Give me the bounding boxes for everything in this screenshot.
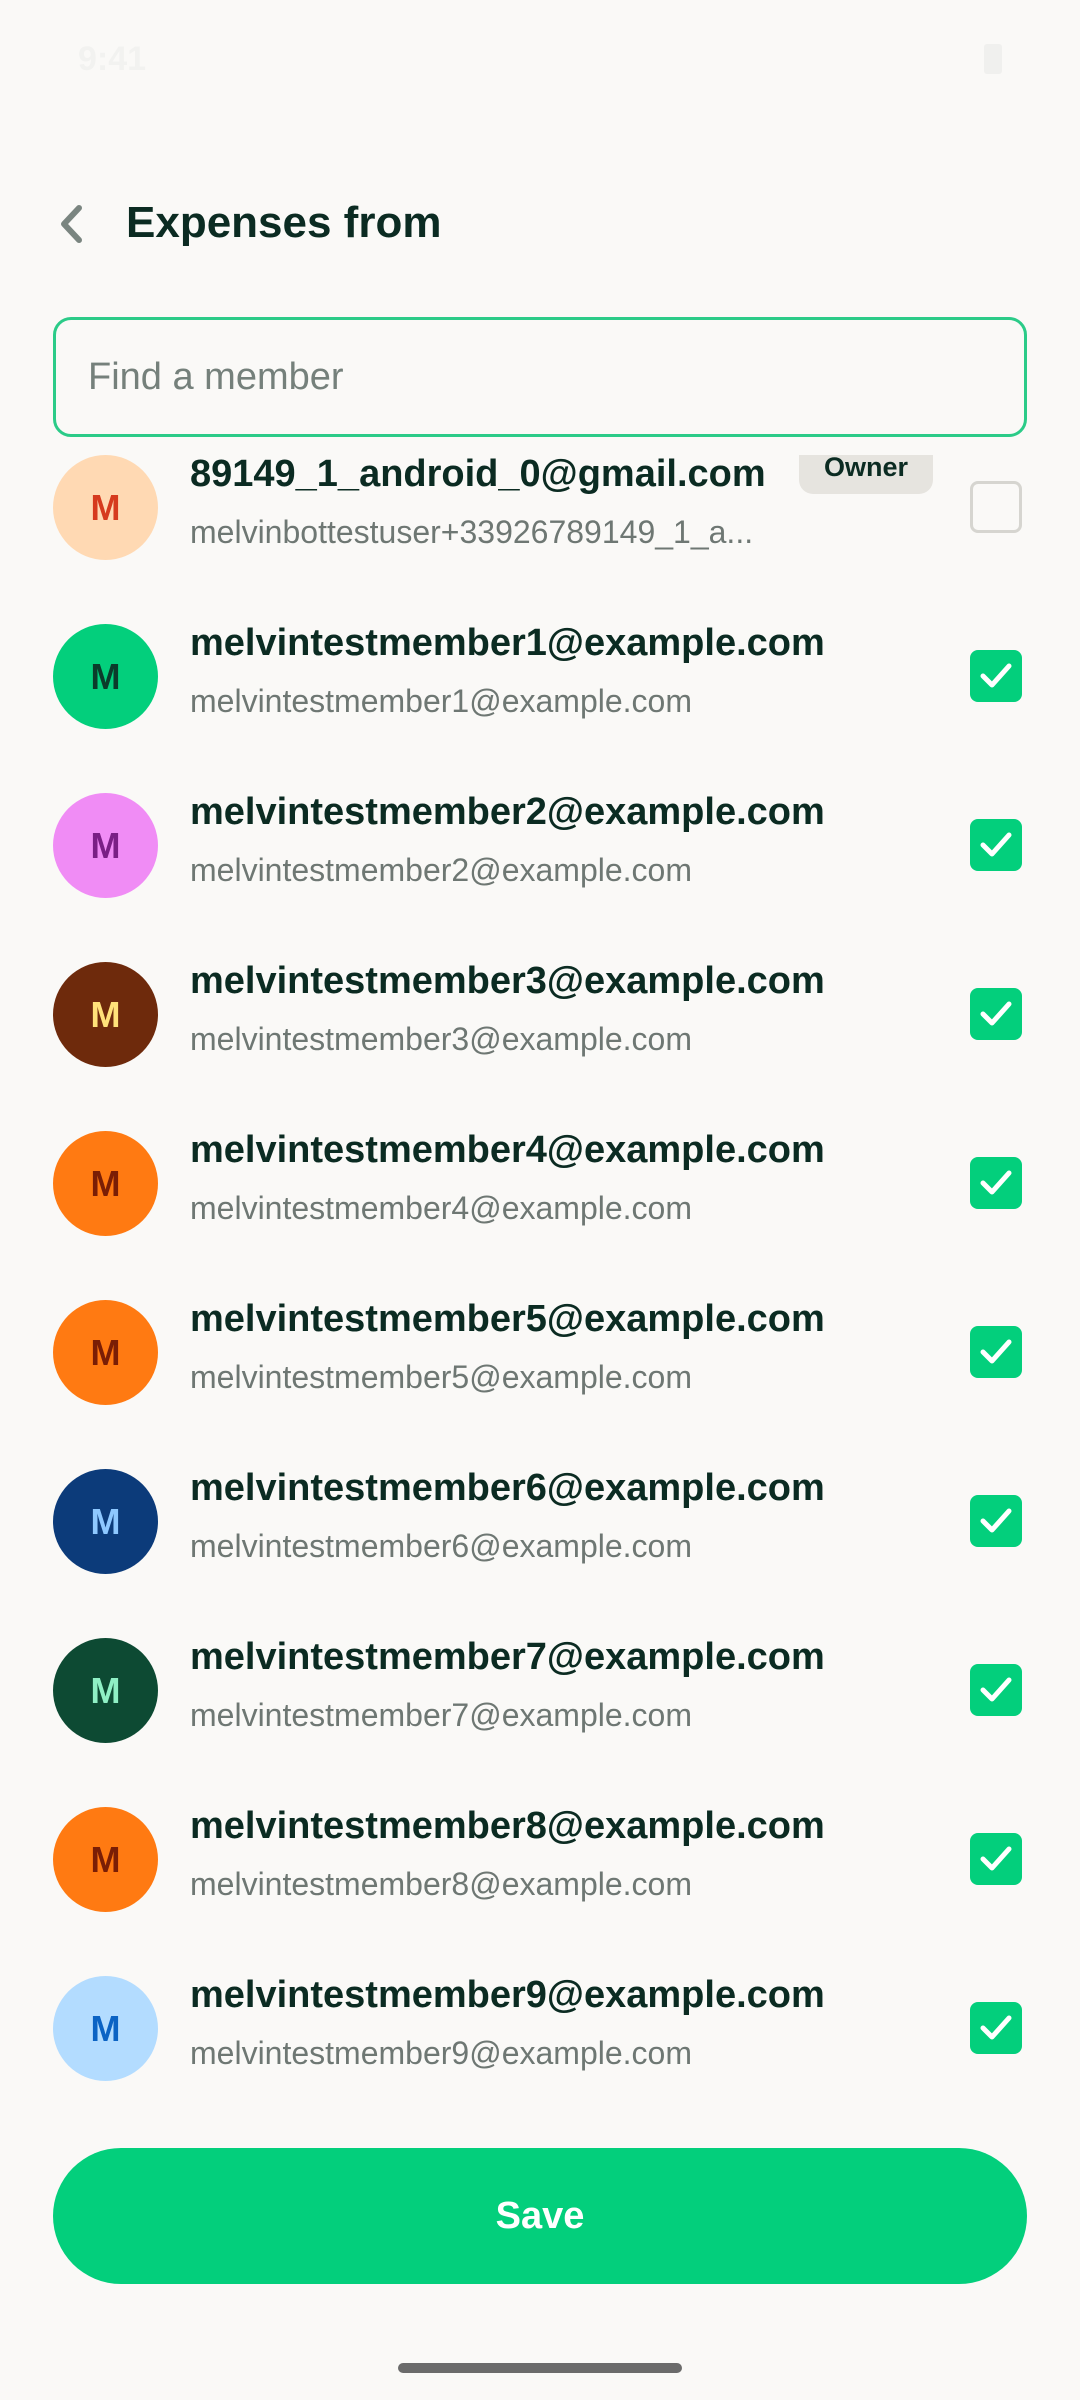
checkmark-icon <box>980 2015 1012 2040</box>
member-checkbox[interactable] <box>970 1326 1022 1378</box>
save-button[interactable]: Save <box>53 2148 1027 2284</box>
checkmark-icon <box>980 832 1012 857</box>
checkmark-icon <box>980 1508 1012 1533</box>
member-email: melvintestmember1@example.com <box>190 683 692 719</box>
member-checkbox[interactable] <box>970 2002 1022 2054</box>
checkmark-icon <box>980 1846 1012 1871</box>
header: Expenses from <box>0 180 1080 270</box>
member-row[interactable]: Mmelvintestmember3@example.com melvintest… <box>0 932 1080 1101</box>
member-name: melvintestmember8@example.com <box>190 1805 825 1847</box>
member-email: melvinbottestuser+33926789149_1_a... <box>190 514 754 550</box>
checkmark-icon <box>980 1677 1012 1702</box>
member-row[interactable]: Mmelvintestmember1@example.com melvintest… <box>0 594 1080 763</box>
avatar: M <box>53 1807 158 1912</box>
member-row[interactable]: Mmelvintestmember6@example.com melvintest… <box>0 1439 1080 1608</box>
member-checkbox[interactable] <box>970 1157 1022 1209</box>
member-name: melvintestmember9@example.com <box>190 1974 825 2016</box>
member-checkbox[interactable] <box>970 481 1022 533</box>
checkmark-icon <box>980 1001 1012 1026</box>
member-name: melvintestmember1@example.com <box>190 622 825 664</box>
member-name: melvintestmember6@example.com <box>190 1467 825 1509</box>
avatar: M <box>53 962 158 1067</box>
member-email: melvintestmember2@example.com <box>190 852 692 888</box>
member-name: melvintestmember3@example.com <box>190 960 825 1002</box>
member-row[interactable]: Mmelvintestmember9@example.com melvintest… <box>0 1946 1080 2097</box>
member-checkbox[interactable] <box>970 1833 1022 1885</box>
member-name: melvintestmember4@example.com <box>190 1129 825 1171</box>
member-email: melvintestmember8@example.com <box>190 1866 692 1902</box>
find-member-input[interactable] <box>53 317 1027 437</box>
status-bar: 9:41 <box>0 0 1080 120</box>
owner-badge: Owner <box>799 455 933 494</box>
member-checkbox[interactable] <box>970 1495 1022 1547</box>
member-email: melvintestmember3@example.com <box>190 1021 692 1057</box>
member-email: melvintestmember7@example.com <box>190 1697 692 1733</box>
avatar: M <box>53 1469 158 1574</box>
avatar: M <box>53 1300 158 1405</box>
member-checkbox[interactable] <box>970 988 1022 1040</box>
home-indicator <box>398 2363 682 2373</box>
avatar: M <box>53 1131 158 1236</box>
member-row[interactable]: Mmelvintestmember8@example.com melvintest… <box>0 1777 1080 1946</box>
member-row[interactable]: Mmelvintestmember4@example.com melvintest… <box>0 1101 1080 1270</box>
status-time: 9:41 <box>78 40 147 78</box>
member-checkbox[interactable] <box>970 819 1022 871</box>
member-email: melvintestmember5@example.com <box>190 1359 692 1395</box>
member-list-viewport[interactable]: M 89149_1_android_0@gmail.com melvinbottes… <box>0 455 1080 2097</box>
avatar: M <box>53 1638 158 1743</box>
member-name: melvintestmember5@example.com <box>190 1298 825 1340</box>
member-email: melvintestmember4@example.com <box>190 1190 692 1226</box>
battery-icon <box>984 44 1002 74</box>
member-name: melvintestmember2@example.com <box>190 791 825 833</box>
avatar: M <box>53 455 158 560</box>
checkmark-icon <box>980 1170 1012 1195</box>
chevron-left-icon <box>61 205 82 243</box>
avatar: M <box>53 1976 158 2081</box>
member-row[interactable]: Mmelvintestmember2@example.com melvintest… <box>0 763 1080 932</box>
avatar: M <box>53 624 158 729</box>
back-button[interactable] <box>40 192 104 256</box>
member-row[interactable]: Mmelvintestmember7@example.com melvintest… <box>0 1608 1080 1777</box>
page-title: Expenses from <box>126 198 442 247</box>
avatar: M <box>53 793 158 898</box>
member-row[interactable]: Mmelvintestmember5@example.com melvintest… <box>0 1270 1080 1439</box>
member-email: melvintestmember9@example.com <box>190 2035 692 2071</box>
app-screen: 9:41 Expenses from M 89149_1_android_0@gm… <box>0 0 1080 2400</box>
member-email: melvintestmember6@example.com <box>190 1528 692 1564</box>
member-name: 89149_1_android_0@gmail.com <box>190 455 766 495</box>
member-checkbox[interactable] <box>970 650 1022 702</box>
member-list: M 89149_1_android_0@gmail.com melvinbottes… <box>0 455 1080 2097</box>
checkmark-icon <box>980 663 1012 688</box>
member-row[interactable]: M 89149_1_android_0@gmail.com melvinbottes… <box>0 455 1080 594</box>
checkmark-icon <box>980 1339 1012 1364</box>
member-name: melvintestmember7@example.com <box>190 1636 825 1678</box>
member-checkbox[interactable] <box>970 1664 1022 1716</box>
